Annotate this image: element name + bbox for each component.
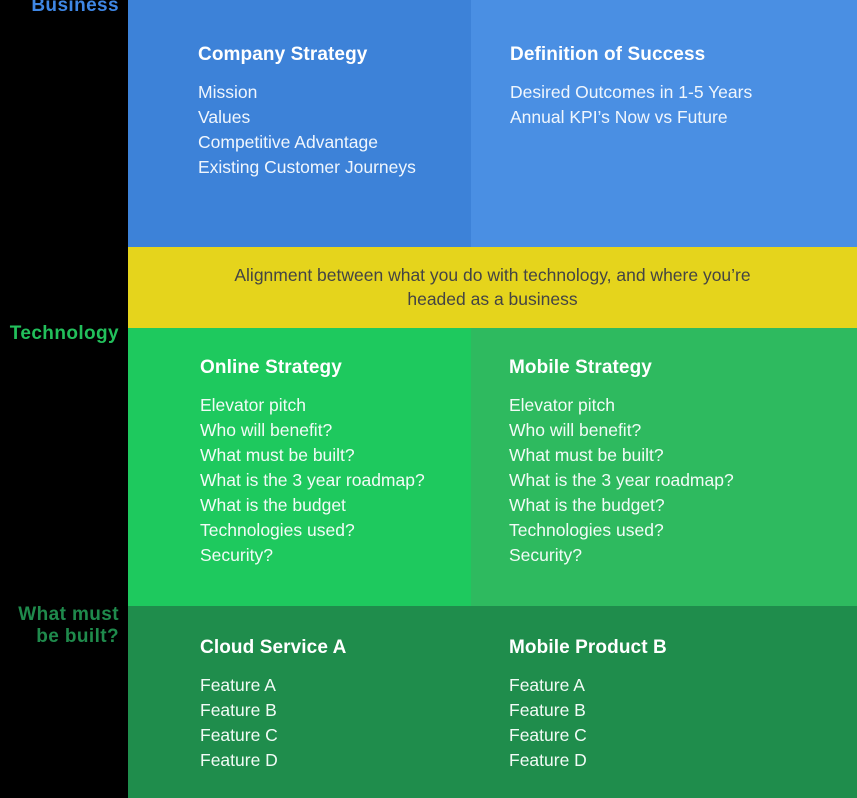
axis-label-business: Business xyxy=(31,0,119,16)
company-strategy-list: Mission Values Competitive Advantage Exi… xyxy=(198,80,416,180)
list-item: Feature B xyxy=(200,700,277,720)
mobile-strategy-title: Mobile Strategy xyxy=(509,357,652,378)
list-item: What is the budget? xyxy=(509,495,665,515)
list-item: Annual KPI’s Now vs Future xyxy=(510,107,728,127)
mobile-product-b-content: Mobile Product B Feature A Feature B Fea… xyxy=(509,637,667,773)
axis-label-technology: Technology xyxy=(9,323,119,344)
list-item: Technologies used? xyxy=(200,520,355,540)
definition-of-success-list: Desired Outcomes in 1-5 Years Annual KPI… xyxy=(510,80,752,130)
online-strategy-list: Elevator pitch Who will benefit? What mu… xyxy=(200,393,425,568)
list-item: Security? xyxy=(509,545,582,565)
alignment-band-text: Alignment between what you do with techn… xyxy=(234,264,751,309)
strategy-alignment-diagram: Business Technology What must be built? … xyxy=(0,0,857,798)
list-item: Feature C xyxy=(509,725,587,745)
list-item: Desired Outcomes in 1-5 Years xyxy=(510,82,753,102)
list-item: Competitive Advantage xyxy=(198,132,378,152)
list-item: Feature A xyxy=(509,675,585,695)
list-item: What is the budget xyxy=(200,495,346,515)
cloud-service-a-content: Cloud Service A Feature A Feature B Feat… xyxy=(200,637,347,773)
cloud-service-a-title: Cloud Service A xyxy=(200,637,347,658)
list-item: Values xyxy=(198,107,251,127)
list-item: Security? xyxy=(200,545,273,565)
list-item: Feature B xyxy=(509,700,586,720)
mobile-strategy-content: Mobile Strategy Elevator pitch Who will … xyxy=(509,357,734,568)
list-item: What must be built? xyxy=(509,445,664,465)
list-item: Elevator pitch xyxy=(200,395,307,415)
list-item: What is the 3 year roadmap? xyxy=(509,470,734,490)
online-strategy-title: Online Strategy xyxy=(200,357,342,378)
list-item: Feature C xyxy=(200,725,278,745)
list-item: Feature A xyxy=(200,675,276,695)
company-strategy-title: Company Strategy xyxy=(198,44,368,65)
definition-of-success-title: Definition of Success xyxy=(510,44,706,65)
cloud-service-a-list: Feature A Feature B Feature C Feature D xyxy=(200,673,347,773)
mobile-product-b-title: Mobile Product B xyxy=(509,637,667,658)
online-strategy-content: Online Strategy Elevator pitch Who will … xyxy=(200,357,425,568)
list-item: Who will benefit? xyxy=(509,420,642,440)
mobile-strategy-list: Elevator pitch Who will benefit? What mu… xyxy=(509,393,734,568)
mobile-product-b-list: Feature A Feature B Feature C Feature D xyxy=(509,673,667,773)
alignment-band: Alignment between what you do with techn… xyxy=(128,247,857,328)
list-item: Technologies used? xyxy=(509,520,664,540)
list-item: What must be built? xyxy=(200,445,355,465)
definition-of-success-content: Definition of Success Desired Outcomes i… xyxy=(510,44,752,130)
axis-label-what-must-be-built: What must be built? xyxy=(18,604,119,648)
list-item: Elevator pitch xyxy=(509,395,616,415)
list-item: Feature D xyxy=(200,750,278,770)
list-item: Existing Customer Journeys xyxy=(198,157,416,177)
company-strategy-content: Company Strategy Mission Values Competit… xyxy=(198,44,416,180)
list-item: Feature D xyxy=(509,750,587,770)
list-item: What is the 3 year roadmap? xyxy=(200,470,425,490)
list-item: Who will benefit? xyxy=(200,420,333,440)
list-item: Mission xyxy=(198,82,258,102)
